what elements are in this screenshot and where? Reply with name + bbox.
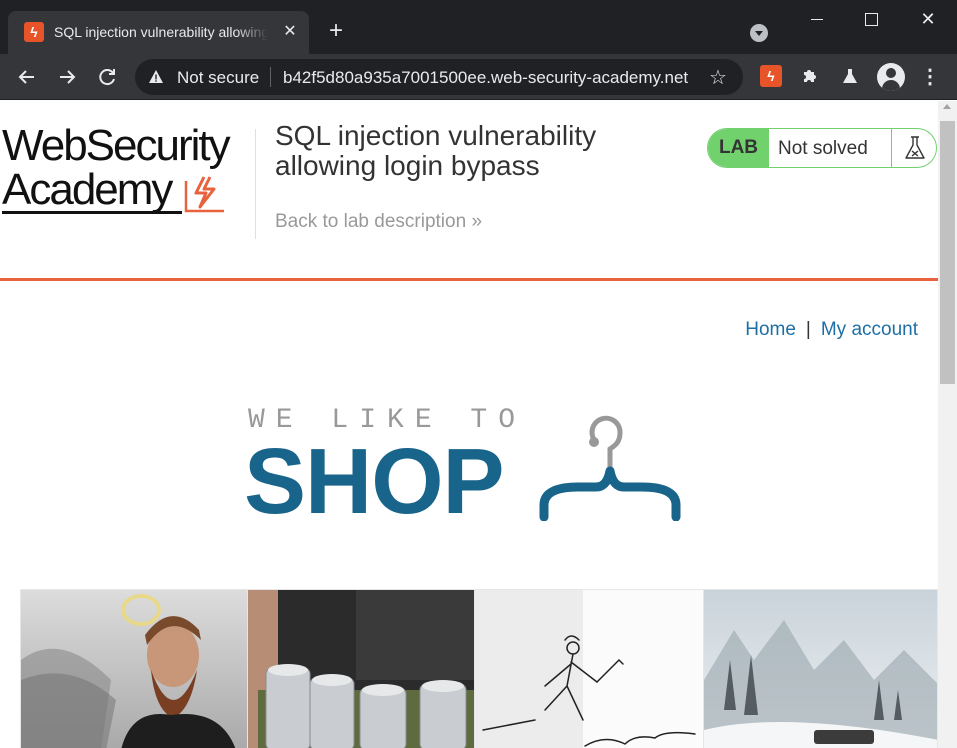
nav-my-account-link[interactable]: My account xyxy=(821,319,918,340)
scroll-up-icon[interactable] xyxy=(943,104,951,109)
nav-separator: | xyxy=(805,319,811,340)
not-secure-label[interactable]: Not secure xyxy=(177,68,259,88)
nav-home-link[interactable]: Home xyxy=(745,319,796,340)
back-to-lab-description-link[interactable]: Back to lab description » xyxy=(275,211,482,233)
top-navigation: Home | My account xyxy=(745,319,918,341)
tab-title: SQL injection vulnerability allowing log… xyxy=(54,24,268,40)
scroll-thumb[interactable] xyxy=(940,121,955,384)
page-scrollbar[interactable] xyxy=(938,101,957,748)
flask-icon xyxy=(905,136,925,159)
browser-tab-bar: ϟ SQL injection vulnerability allowing l… xyxy=(0,0,957,54)
forward-icon[interactable] xyxy=(53,63,81,91)
reload-icon[interactable] xyxy=(93,63,121,91)
logo-bolt-icon xyxy=(184,176,224,213)
product-grid xyxy=(20,589,938,748)
profile-icon[interactable] xyxy=(877,63,905,91)
page-viewport: WebSecurity Academy SQL injection vulner… xyxy=(0,101,938,748)
logo-line1: WebSecurity xyxy=(2,121,231,170)
header-divider xyxy=(255,129,256,239)
burp-extension-icon[interactable]: ϟ xyxy=(760,65,782,87)
warning-icon[interactable] xyxy=(148,69,164,85)
banner-shop: SHOP xyxy=(244,429,505,533)
web-security-academy-logo[interactable]: WebSecurity Academy xyxy=(2,123,254,219)
tab-close-icon[interactable]: ✕ xyxy=(280,22,300,42)
new-tab-button[interactable]: + xyxy=(324,19,348,44)
shop-banner: WE LIKE TO SHOP xyxy=(244,401,688,531)
labs-flask-icon[interactable] xyxy=(839,65,861,87)
back-link-label: Back to lab description xyxy=(275,211,467,232)
puzzle-extensions-icon[interactable] xyxy=(799,65,821,87)
lab-status: Not solved xyxy=(778,138,868,159)
window-close-button[interactable]: ✕ xyxy=(905,4,951,34)
burp-favicon-icon: ϟ xyxy=(24,22,44,42)
address-bar[interactable]: Not secure b42f5d80a935a7001500ee.web-se… xyxy=(135,59,743,95)
product-image-beer-belt[interactable] xyxy=(247,589,475,748)
maximize-button[interactable] xyxy=(848,4,894,34)
bookmark-star-icon[interactable]: ☆ xyxy=(709,65,727,90)
back-icon[interactable] xyxy=(13,63,41,91)
browser-toolbar: Not secure b42f5d80a935a7001500ee.web-se… xyxy=(0,54,957,100)
logo-underline xyxy=(2,211,182,214)
lab-title: SQL injection vulnerability allowing log… xyxy=(275,120,597,181)
url-text[interactable]: b42f5d80a935a7001500ee.web-security-acad… xyxy=(283,68,688,88)
lab-tag: LAB xyxy=(708,129,769,167)
logo-line2: Academy xyxy=(2,165,173,214)
academy-header: WebSecurity Academy SQL injection vulner… xyxy=(0,101,938,281)
product-image-sketch-figure[interactable] xyxy=(474,589,704,748)
product-image-snowy-forest[interactable] xyxy=(703,589,938,748)
minimize-button[interactable] xyxy=(794,4,840,34)
lab-flask-box xyxy=(891,129,936,167)
menu-icon[interactable]: ⋮ xyxy=(918,63,942,91)
omnibox-divider xyxy=(270,67,271,87)
browser-tab[interactable]: ϟ SQL injection vulnerability allowing l… xyxy=(8,11,309,54)
chevron-right-double-icon: » xyxy=(471,211,483,232)
tab-search-icon[interactable] xyxy=(750,24,768,42)
lab-status-widget: LAB Not solved xyxy=(707,128,937,168)
hanger-icon xyxy=(539,415,681,521)
product-image-man-with-halo[interactable] xyxy=(20,589,248,748)
